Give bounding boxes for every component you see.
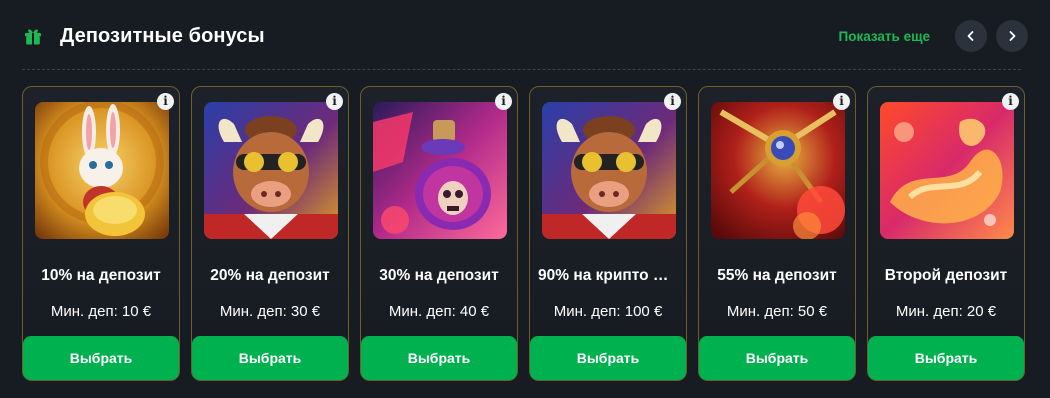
info-icon[interactable]: i	[833, 93, 850, 110]
info-icon[interactable]: i	[157, 93, 174, 110]
bonus-art-image	[204, 102, 338, 239]
bonus-art-image	[880, 102, 1014, 239]
bonus-card: i Второй депозит Мин. деп: 20 € Выбрать	[867, 86, 1025, 381]
bonus-card: i 90% на крипто депозит Мин. деп: 100 € …	[529, 86, 687, 381]
bonus-card: i 10% на депозит Мин. деп: 10 € Выбрать	[22, 86, 180, 381]
bonus-name: 90% на крипто депозит	[538, 267, 686, 284]
choose-button[interactable]: Выбрать	[699, 336, 855, 380]
choose-button[interactable]: Выбрать	[868, 336, 1024, 380]
bonus-min-deposit: Мин. деп: 40 €	[388, 303, 490, 320]
bonus-name: 55% на депозит	[717, 267, 837, 284]
choose-button[interactable]: Выбрать	[192, 336, 348, 380]
chevron-right-icon	[1009, 31, 1016, 41]
info-icon[interactable]: i	[1002, 93, 1019, 110]
prev-button[interactable]	[955, 20, 987, 52]
bonus-name: 30% на депозит	[379, 267, 499, 284]
bonus-art-image	[35, 102, 169, 239]
bonus-card: i 55% на депозит Мин. деп: 50 € Выбрать	[698, 86, 856, 381]
bonus-name: 10% на депозит	[41, 267, 161, 284]
section-divider	[22, 69, 1021, 70]
info-icon[interactable]: i	[664, 93, 681, 110]
bonus-min-deposit: Мин. деп: 50 €	[726, 303, 828, 320]
show-more-link[interactable]: Показать еще	[839, 29, 931, 44]
bonus-card: i 20% на депозит Мин. деп: 30 € Выбрать	[191, 86, 349, 381]
bonus-cards: i 10% на депозит Мин. деп: 10 € Выбрать	[22, 86, 1025, 381]
choose-button[interactable]: Выбрать	[23, 336, 179, 380]
bonus-name: 20% на депозит	[210, 267, 330, 284]
section-title: Депозитные бонусы	[60, 24, 265, 47]
bonus-art-image	[711, 102, 845, 239]
gift-icon	[22, 25, 44, 47]
choose-button[interactable]: Выбрать	[361, 336, 517, 380]
bonus-card: i 30% на депозит Мин. деп: 40 € Выбрать	[360, 86, 518, 381]
info-icon[interactable]: i	[495, 93, 512, 110]
chevron-left-icon	[967, 31, 974, 41]
next-button[interactable]	[996, 20, 1028, 52]
info-icon[interactable]: i	[326, 93, 343, 110]
choose-button[interactable]: Выбрать	[530, 336, 686, 380]
bonus-min-deposit: Мин. деп: 30 €	[219, 303, 321, 320]
bonus-art-image	[373, 102, 507, 239]
bonus-art-image	[542, 102, 676, 239]
bonus-min-deposit: Мин. деп: 100 €	[553, 303, 663, 320]
section-header: Депозитные бонусы Показать еще	[22, 16, 1028, 56]
bonus-name: Второй депозит	[884, 267, 1008, 284]
bonus-min-deposit: Мин. деп: 10 €	[50, 303, 152, 320]
bonus-min-deposit: Мин. деп: 20 €	[895, 303, 997, 320]
